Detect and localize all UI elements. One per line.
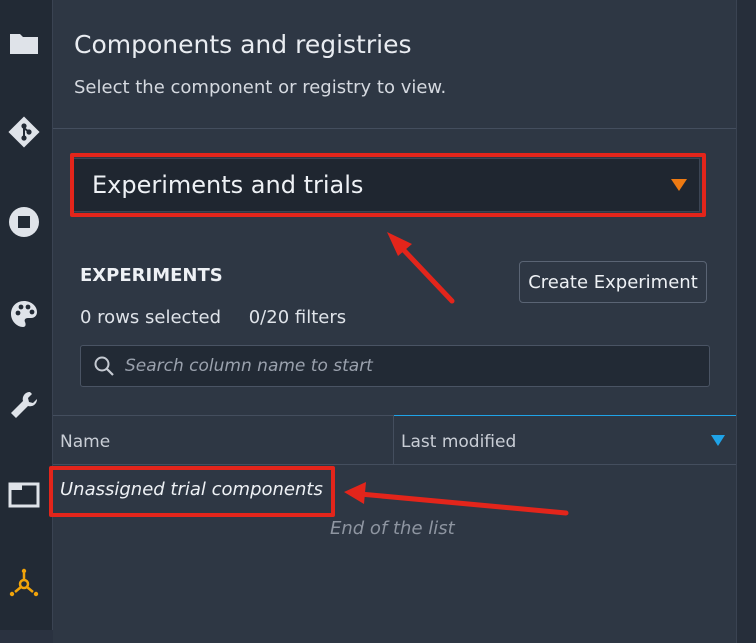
panel-title: Components and registries [74, 30, 412, 59]
sidebar-footer [0, 630, 52, 643]
search-icon [93, 355, 115, 377]
table-header: Name Last modified [53, 415, 736, 465]
experiments-heading: EXPERIMENTS [80, 265, 223, 286]
window-icon[interactable] [7, 478, 41, 512]
divider [53, 128, 736, 129]
palette-icon[interactable] [7, 297, 41, 331]
column-search-box[interactable] [80, 345, 710, 387]
icon-sidebar [0, 0, 53, 630]
dropdown-selected-value: Experiments and trials [92, 171, 364, 199]
create-experiment-button[interactable]: Create Experiment [519, 261, 707, 303]
scrollbar[interactable] [736, 0, 756, 643]
end-of-list-label: End of the list [330, 518, 455, 539]
panel-subtitle: Select the component or registry to view… [74, 77, 447, 98]
wrench-icon[interactable] [7, 388, 41, 422]
search-input[interactable] [123, 355, 687, 377]
component-type-dropdown[interactable]: Experiments and trials [73, 158, 700, 212]
experiments-icon[interactable] [7, 566, 41, 600]
rows-selected-count: 0 rows selected [80, 307, 221, 328]
table-row[interactable]: Unassigned trial components [60, 479, 323, 500]
sort-descending-icon[interactable] [711, 435, 725, 446]
stop-icon[interactable] [7, 205, 41, 239]
selection-summary: 0 rows selected 0/20 filters [80, 307, 368, 328]
column-header-label: Last modified [401, 432, 517, 452]
components-panel: Components and registries Select the com… [53, 0, 736, 643]
caret-down-icon [671, 179, 687, 191]
filters-count[interactable]: 0/20 filters [249, 307, 346, 328]
column-header-last-modified[interactable]: Last modified [394, 415, 736, 464]
git-icon[interactable] [7, 115, 41, 149]
folder-icon[interactable] [7, 26, 41, 60]
column-header-name[interactable]: Name [60, 432, 110, 452]
